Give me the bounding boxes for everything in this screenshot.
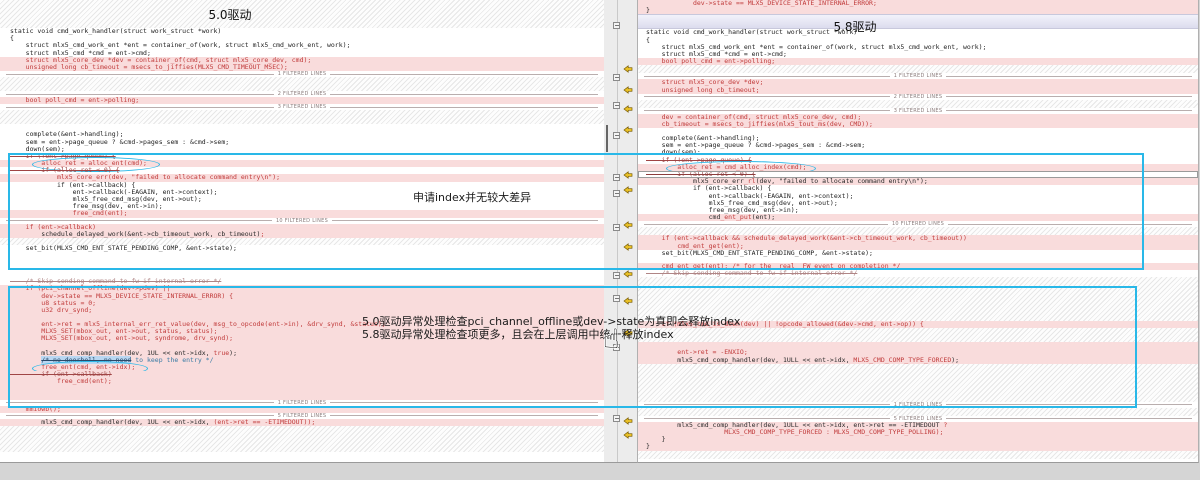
fold-marker-icon[interactable] xyxy=(613,190,620,197)
code-line: unsigned long cb_timeout = msecs_to_jiff… xyxy=(0,64,604,71)
code-line: MLX5_CMD_COMP_TYPE_FORCED : MLX5_CMD_COM… xyxy=(638,429,1198,436)
divider-gutter xyxy=(604,0,637,463)
fold-marker-icon[interactable] xyxy=(613,132,620,139)
code-line: set_bit(MLX5_CMD_ENT_STATE_PENDING_COMP,… xyxy=(638,250,1198,257)
right-code-panel[interactable]: dev->state == MLX5_DEVICE_STATE_INTERNAL… xyxy=(637,0,1199,463)
fold-marker-icon[interactable] xyxy=(613,415,620,422)
alignment-filler xyxy=(638,408,1198,416)
alignment-filler xyxy=(638,451,1198,459)
annotation-release-note: 5.0驱动异常处理检查pci_channel_offline或dev->stat… xyxy=(362,315,740,341)
alignment-filler xyxy=(638,100,1198,108)
code-line: free_cmd(ent); xyxy=(0,378,604,385)
header-band xyxy=(638,14,1198,29)
code-line: mlx5_cmd_comp_handler(dev, 1UL << ent->i… xyxy=(0,419,604,426)
left-panel-title: 5.0驱动 xyxy=(150,6,310,23)
fold-marker-icon[interactable] xyxy=(613,295,620,302)
merge-arrow-icon[interactable] xyxy=(623,424,633,432)
code-line: sem = ent->page_queue ? &cmd->pages_sem … xyxy=(638,142,1198,149)
alignment-filler xyxy=(0,110,604,124)
merge-arrow-icon[interactable] xyxy=(623,58,633,66)
fold-marker-icon[interactable] xyxy=(613,174,620,181)
code-line: unsigned long cb_timeout; xyxy=(638,87,1198,94)
code-line: sem = ent->page_queue ? &cmd->pages_sem … xyxy=(0,139,604,146)
fold-marker-icon[interactable] xyxy=(613,102,620,109)
fold-marker-icon[interactable] xyxy=(613,22,620,29)
fold-marker-icon[interactable] xyxy=(613,74,620,81)
merge-arrow-icon[interactable] xyxy=(623,98,633,106)
code-line: mmiowb(); xyxy=(0,406,604,413)
code-line: static void cmd_work_handler(struct work… xyxy=(0,28,604,35)
code-line: /* Skip sending command to fw if interna… xyxy=(638,270,1198,277)
scrollbar-thumb[interactable] xyxy=(606,125,608,152)
blank-space xyxy=(0,252,604,278)
merge-arrow-icon[interactable] xyxy=(623,410,633,418)
code-line: u32 drv_synd; xyxy=(0,307,604,314)
merge-arrow-icon[interactable] xyxy=(623,119,633,127)
alignment-filler xyxy=(638,364,1198,402)
fold-marker-icon[interactable] xyxy=(613,224,620,231)
fold-marker-icon[interactable] xyxy=(613,272,620,279)
code-line: cb_timeout = msecs_to_jiffies(mlx5_tout_… xyxy=(638,121,1198,128)
merge-arrow-icon[interactable] xyxy=(623,179,633,187)
code-line: bool poll_cmd = ent->polling; xyxy=(638,58,1198,65)
diff-compare-app: static void cmd_work_handler(struct work… xyxy=(0,0,1200,480)
right-panel-title: 5.8驱动 xyxy=(795,18,915,35)
merge-arrow-icon[interactable] xyxy=(623,236,633,244)
merge-arrow-icon[interactable] xyxy=(623,263,633,271)
code-line: cmd_ent_put(ent); xyxy=(638,214,1198,221)
hand-cursor-icon: ☝ xyxy=(603,324,619,355)
gutter-divider-line xyxy=(617,0,618,462)
code-line: dev->state == MLX5_DEVICE_STATE_INTERNAL… xyxy=(638,0,1198,7)
code-line: bool poll_cmd = ent->polling; xyxy=(0,97,604,104)
code-line: set_bit(MLX5_CMD_ENT_STATE_PENDING_COMP,… xyxy=(0,245,604,252)
alignment-filler xyxy=(638,65,1198,73)
code-line: mlx5_cmd_comp_handler(dev, 1ULL << ent->… xyxy=(638,357,1198,364)
annotation-alloc-note: 申请index并无较大差异 xyxy=(413,191,531,204)
code-line: } xyxy=(638,443,1198,450)
changed-blank-line xyxy=(0,386,604,400)
merge-arrow-icon[interactable] xyxy=(623,164,633,172)
code-line: free_cmd(ent); xyxy=(0,210,604,217)
code-line: schedule_delayed_work(&ent->cb_timeout_w… xyxy=(0,231,604,238)
alignment-filler xyxy=(0,426,604,452)
alignment-filler xyxy=(0,77,604,91)
code-line: static void cmd_work_handler(struct work… xyxy=(638,29,1198,36)
annotation-release-line1: 5.0驱动异常处理检查pci_channel_offline或dev->stat… xyxy=(362,315,740,328)
code-line: } xyxy=(638,7,1198,14)
merge-arrow-icon[interactable] xyxy=(623,214,633,222)
code-line: } xyxy=(638,436,1198,443)
merge-arrow-icon[interactable] xyxy=(623,290,633,298)
merge-arrow-icon[interactable] xyxy=(623,79,633,87)
left-code-panel[interactable]: static void cmd_work_handler(struct work… xyxy=(0,0,605,463)
annotation-release-line2: 5.8驱动异常处理检查项更多，且会在上层调用中统一释放index xyxy=(362,328,740,341)
